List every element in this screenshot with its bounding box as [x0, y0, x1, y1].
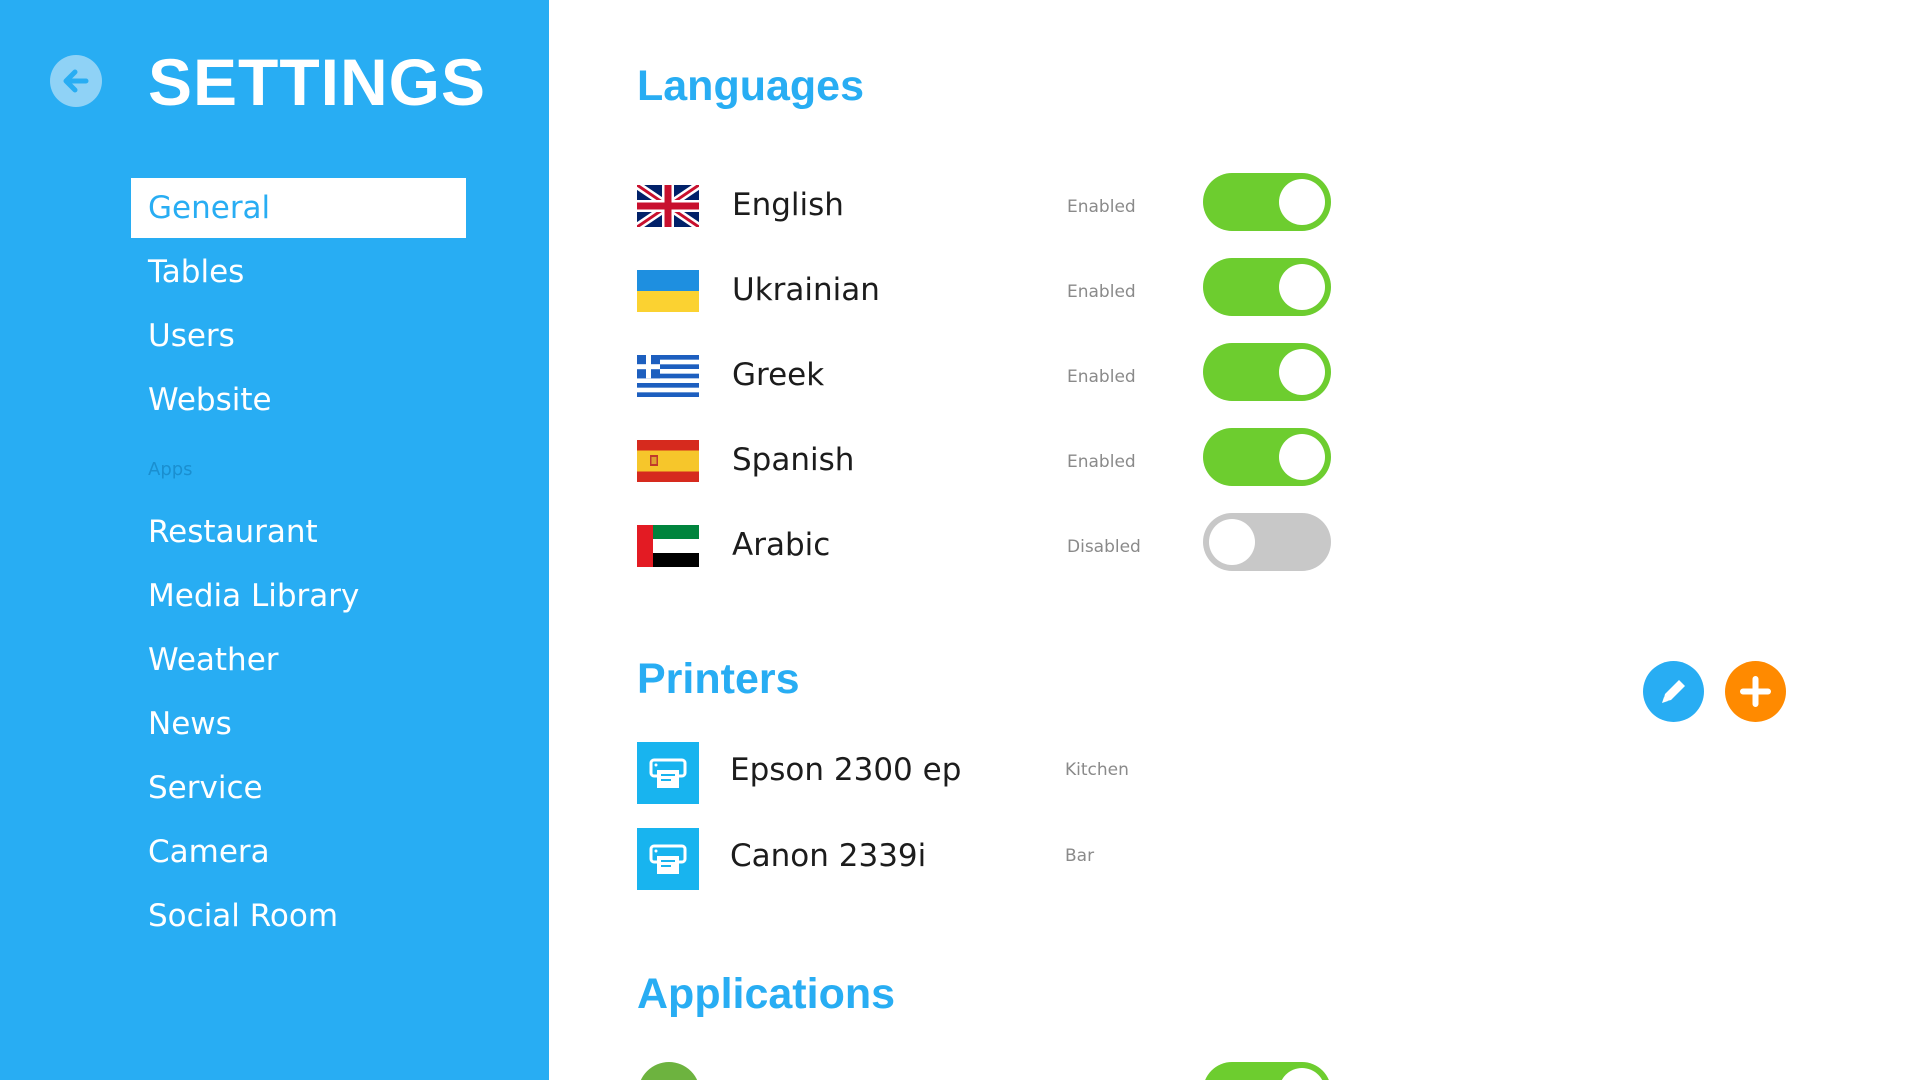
language-name: Ukrainian — [732, 272, 880, 308]
greece-flag-icon — [637, 355, 699, 397]
language-row-spanish: Spanish Enabled — [637, 428, 1337, 502]
printer-icon — [637, 742, 699, 804]
language-name: Greek — [732, 357, 825, 393]
printer-location: Bar — [1065, 846, 1095, 866]
language-status: Enabled — [1067, 282, 1136, 302]
application-toggle[interactable] — [1203, 1062, 1331, 1080]
language-toggle-greek[interactable] — [1203, 343, 1331, 401]
language-row-ukrainian: Ukrainian Enabled — [637, 258, 1337, 332]
ukraine-flag-icon — [637, 270, 699, 312]
applications-heading: Applications — [637, 970, 896, 1018]
printer-name: Epson 2300 ep — [730, 752, 962, 788]
sidebar-item-restaurant[interactable]: Restaurant — [131, 502, 466, 562]
language-status: Disabled — [1067, 537, 1141, 557]
language-status: Enabled — [1067, 367, 1136, 387]
language-status: Enabled — [1067, 197, 1136, 217]
language-row-english: English Enabled — [637, 173, 1337, 247]
printer-name: Canon 2339i — [730, 838, 927, 874]
sidebar-section-apps: Apps — [148, 459, 193, 480]
sidebar-item-social-room[interactable]: Social Room — [131, 886, 466, 946]
edit-printers-button[interactable] — [1643, 661, 1704, 722]
spain-flag-icon — [637, 440, 699, 482]
sidebar-item-service[interactable]: Service — [131, 758, 466, 818]
arrow-left-icon — [63, 69, 89, 93]
language-name: Arabic — [732, 527, 831, 563]
page-title: SETTINGS — [148, 45, 487, 119]
language-row-arabic: Arabic Disabled — [637, 513, 1337, 587]
language-name: Spanish — [732, 442, 855, 478]
printers-heading: Printers — [637, 655, 800, 703]
main-content: Languages English Enabled Ukrainian Enab… — [549, 0, 1915, 1080]
language-toggle-english[interactable] — [1203, 173, 1331, 231]
sidebar-item-weather[interactable]: Weather — [131, 630, 466, 690]
uk-flag-icon — [637, 185, 699, 227]
printer-location: Kitchen — [1065, 760, 1129, 780]
printer-row-canon: Canon 2339i Bar — [637, 828, 1337, 898]
plus-icon — [1740, 676, 1771, 707]
languages-heading: Languages — [637, 62, 864, 110]
printer-icon — [637, 828, 699, 890]
uae-flag-icon — [637, 525, 699, 567]
sidebar-item-website[interactable]: Website — [131, 370, 466, 430]
sidebar-item-media-library[interactable]: Media Library — [131, 566, 466, 626]
sidebar-nav: General Tables Users Website Apps Restau… — [131, 178, 466, 950]
language-status: Enabled — [1067, 452, 1136, 472]
sidebar-item-tables[interactable]: Tables — [131, 242, 466, 302]
language-toggle-spanish[interactable] — [1203, 428, 1331, 486]
language-toggle-ukrainian[interactable] — [1203, 258, 1331, 316]
sidebar-item-users[interactable]: Users — [131, 306, 466, 366]
pencil-icon — [1662, 680, 1685, 703]
back-button[interactable] — [50, 55, 102, 107]
sidebar-item-news[interactable]: News — [131, 694, 466, 754]
sidebar-item-camera[interactable]: Camera — [131, 822, 466, 882]
language-name: English — [732, 187, 844, 223]
sidebar: SETTINGS General Tables Users Website Ap… — [0, 0, 549, 1080]
add-printer-button[interactable] — [1725, 661, 1786, 722]
application-icon — [638, 1062, 700, 1080]
printer-row-epson: Epson 2300 ep Kitchen — [637, 742, 1337, 812]
language-toggle-arabic[interactable] — [1203, 513, 1331, 571]
sidebar-item-general[interactable]: General — [131, 178, 466, 238]
language-row-greek: Greek Enabled — [637, 343, 1337, 417]
